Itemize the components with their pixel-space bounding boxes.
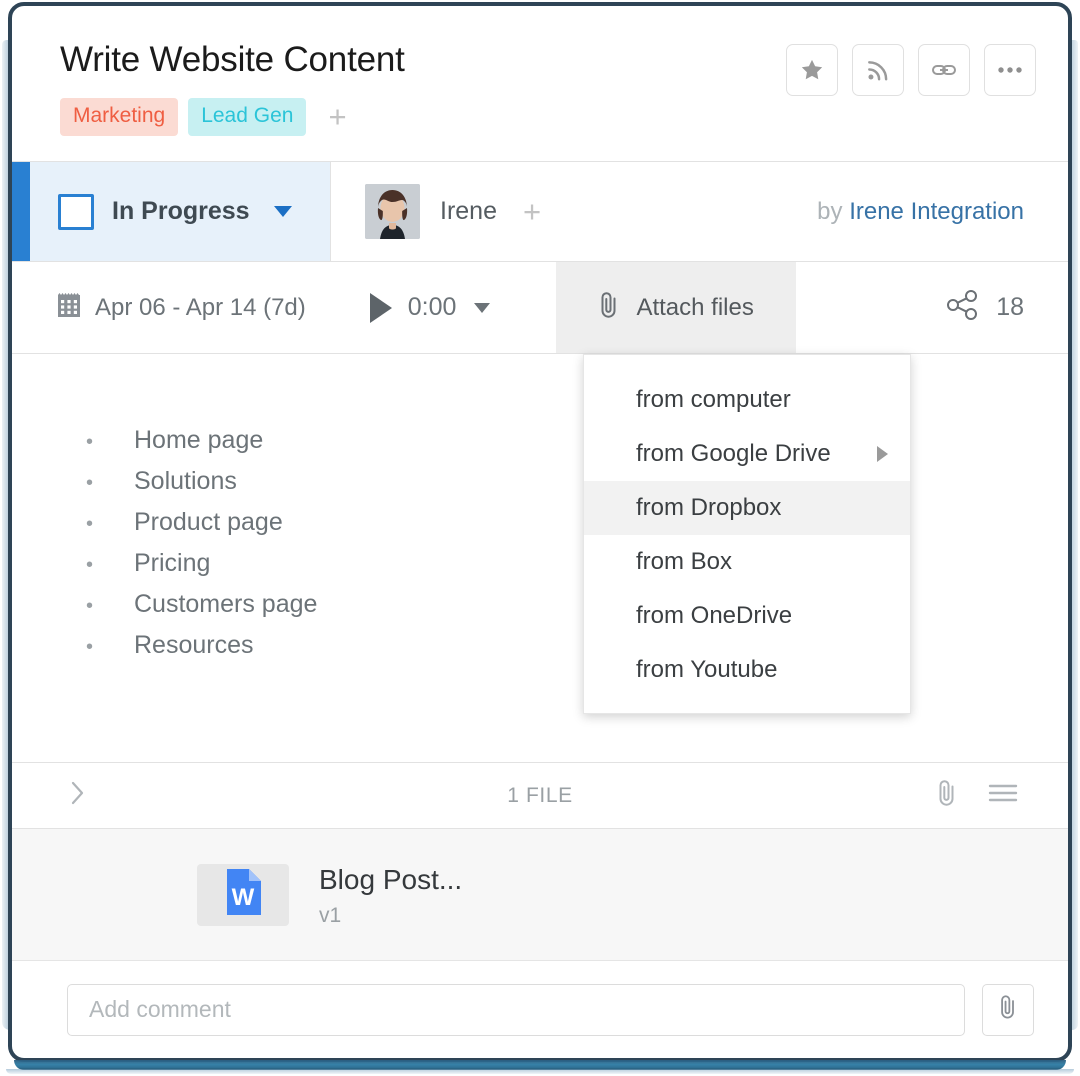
file-count-label: 1 FILE	[507, 783, 573, 807]
expand-chevron-icon[interactable]	[70, 780, 86, 811]
menu-item-label: from computer	[636, 386, 791, 413]
menu-item-from-dropbox[interactable]: from Dropbox	[584, 481, 910, 535]
star-icon	[799, 57, 825, 83]
list-item[interactable]: • Product page	[86, 508, 1068, 549]
timer-control[interactable]: 0:00	[369, 262, 491, 353]
menu-item-label: from Youtube	[636, 656, 778, 683]
list-item[interactable]: • Home page	[86, 426, 1068, 467]
paperclip-icon[interactable]	[936, 778, 958, 813]
bullet-icon: •	[86, 513, 94, 535]
date-range-button[interactable]: Apr 06 - Apr 14 (7d)	[12, 262, 306, 353]
file-version: v1	[319, 903, 342, 927]
add-assignee-button[interactable]: +	[523, 196, 541, 227]
file-list-item[interactable]: W Blog Post... v1	[12, 829, 1068, 961]
svg-text:W: W	[232, 884, 255, 911]
status-selector[interactable]: In Progress	[12, 162, 330, 261]
attach-files-button[interactable]: Attach files	[556, 262, 796, 353]
word-doc-icon: W	[223, 867, 263, 922]
date-range-label: Apr 06 - Apr 14 (7d)	[95, 293, 306, 321]
menu-item-label: from OneDrive	[636, 602, 793, 629]
author-info: by Irene Integration	[817, 198, 1068, 226]
avatar[interactable]	[365, 184, 420, 239]
attach-files-label: Attach files	[636, 293, 754, 321]
files-section-header: 1 FILE	[12, 762, 1068, 829]
attach-files-menu[interactable]: from computer from Google Drive from Dropb…	[583, 354, 911, 714]
task-header: Write Website Content Marketing Lead Gen…	[12, 6, 1068, 162]
menu-item-from-computer[interactable]: from computer	[584, 373, 910, 427]
author-prefix: by	[817, 197, 843, 225]
window-edge-left	[2, 40, 10, 1030]
comment-attach-button[interactable]	[982, 983, 1034, 1036]
menu-item-from-onedrive[interactable]: from OneDrive	[584, 589, 910, 643]
list-item-label: Pricing	[134, 549, 211, 577]
menu-item-label: from Box	[636, 548, 733, 575]
follow-button[interactable]	[852, 44, 904, 96]
menu-item-label: from Google Drive	[636, 440, 831, 467]
share-button[interactable]: 18	[946, 262, 1068, 353]
list-item-label: Product page	[134, 508, 283, 536]
add-tag-button[interactable]: +	[328, 101, 346, 132]
play-icon[interactable]	[369, 292, 392, 323]
comment-bar	[12, 961, 1068, 1056]
timer-value: 0:00	[407, 293, 457, 321]
window-shadow-bottom	[6, 1069, 1074, 1074]
tag-list: Marketing Lead Gen +	[60, 98, 1034, 136]
ellipsis-icon	[996, 65, 1024, 75]
file-info: Blog Post... v1	[319, 862, 462, 928]
share-count: 18	[996, 293, 1024, 321]
chevron-down-icon[interactable]	[474, 302, 491, 313]
assignee-name: Irene	[440, 197, 497, 225]
file-name[interactable]: Blog Post...	[319, 862, 462, 898]
status-label: In Progress	[112, 197, 250, 225]
menu-item-label: from Dropbox	[636, 494, 782, 521]
list-item[interactable]: • Resources	[86, 631, 1068, 672]
files-header-actions	[936, 778, 1068, 813]
menu-item-from-youtube[interactable]: from Youtube	[584, 643, 910, 697]
paperclip-icon	[598, 290, 620, 325]
link-icon	[930, 56, 958, 84]
list-item-label: Customers page	[134, 590, 318, 618]
list-item-label: Resources	[134, 631, 254, 659]
menu-item-from-box[interactable]: from Box	[584, 535, 910, 589]
bullet-icon: •	[86, 431, 94, 453]
list-view-icon[interactable]	[988, 782, 1018, 809]
list-item-label: Solutions	[134, 467, 237, 495]
chevron-right-icon	[877, 446, 888, 462]
list-item[interactable]: • Pricing	[86, 549, 1068, 590]
comment-input[interactable]	[67, 983, 965, 1036]
status-row: In Progress Irene + by Irene Integration	[12, 162, 1068, 262]
bullet-icon: •	[86, 554, 94, 576]
assignee-section: Irene + by Irene Integration	[330, 162, 1068, 261]
window-edge-right	[1072, 40, 1078, 1030]
menu-item-from-google-drive[interactable]: from Google Drive	[584, 427, 910, 481]
star-button[interactable]	[786, 44, 838, 96]
list-item[interactable]: • Customers page	[86, 590, 1068, 631]
app-window: Write Website Content Marketing Lead Gen…	[0, 0, 1080, 1076]
list-item-label: Home page	[134, 426, 264, 454]
list-item[interactable]: • Solutions	[86, 467, 1068, 508]
bullet-icon: •	[86, 472, 94, 494]
bullet-icon: •	[86, 595, 94, 617]
task-description: • Home page • Solutions • Product page • Pricin…	[12, 354, 1068, 762]
tag-marketing[interactable]: Marketing	[60, 98, 179, 136]
copy-link-button[interactable]	[918, 44, 970, 96]
chevron-down-icon[interactable]	[273, 206, 292, 217]
rss-icon	[865, 57, 891, 83]
share-icon	[946, 289, 980, 326]
bullet-icon: •	[86, 636, 94, 658]
author-name[interactable]: Irene Integration	[849, 198, 1024, 225]
complete-checkbox[interactable]	[58, 193, 94, 230]
task-detail-card: Write Website Content Marketing Lead Gen…	[12, 6, 1068, 1056]
header-actions	[786, 44, 1036, 96]
more-options-button[interactable]	[984, 44, 1036, 96]
tag-lead-gen[interactable]: Lead Gen	[188, 98, 307, 136]
paperclip-icon	[998, 993, 1018, 1026]
file-thumbnail[interactable]: W	[197, 863, 289, 926]
calendar-icon	[56, 292, 82, 324]
task-toolbar: Apr 06 - Apr 14 (7d) 0:00 Attach files 1…	[12, 262, 1068, 354]
